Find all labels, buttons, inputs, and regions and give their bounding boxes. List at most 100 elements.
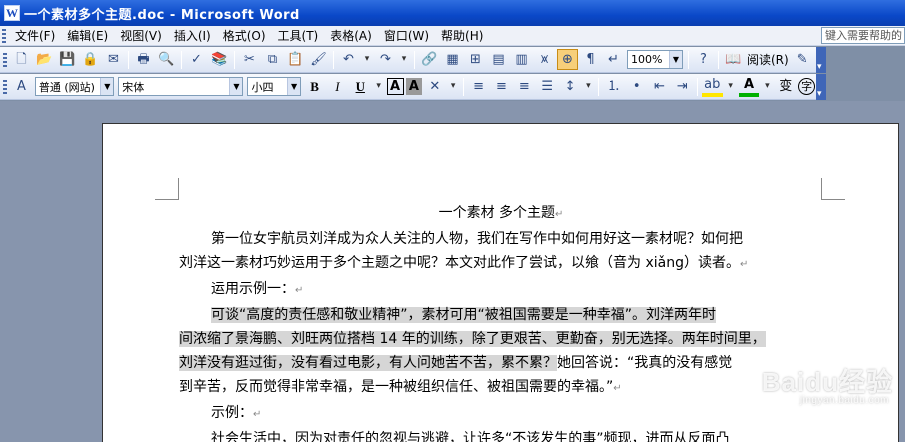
font-dropdown-icon[interactable]: ▼ [229,78,243,95]
bold-button[interactable]: B [304,76,325,97]
print-icon[interactable]: 🖶 [133,49,154,70]
cut-icon[interactable]: ✂ [239,49,260,70]
insert-table-icon[interactable]: ⊞ [465,49,486,70]
undo-icon[interactable]: ↶ [338,49,359,70]
document-body[interactable]: 一个素材 多个主题 ↵ 第一位女宇航员刘洋成为众人关注的人物，我们在写作中如何用好… [179,201,823,442]
increase-indent-icon[interactable]: ⇥ [672,76,693,97]
print-preview-icon[interactable]: 🔍 [156,49,177,70]
spelling-icon[interactable]: ✓ [186,49,207,70]
menu-help[interactable]: 帮助(H) [435,27,489,45]
zoom-select[interactable]: 100% ▼ [627,50,683,69]
menubar-grip[interactable] [2,28,6,43]
baidu-watermark: Baidu经验 jingyan.baidu.com [762,362,893,406]
example-label: 示例： [211,405,253,421]
word-app-icon[interactable]: W [4,5,20,21]
justify-icon[interactable]: ☰ [537,76,558,97]
toolbar-grip[interactable] [3,79,7,94]
font-color-icon[interactable]: A [738,76,760,97]
formatting-toolbar: A 普通 (网站) ▼ 宋体 ▼ 小四 ▼ B I U ▾ A A ✕ ▾ ≡ … [0,74,826,100]
columns-icon[interactable]: ▥ [511,49,532,70]
hyperlink-icon[interactable]: 🔗 [419,49,440,70]
help-search-input[interactable]: 键入需要帮助的 [821,27,905,44]
standard-toolbar: 🗋 📂 💾 🔒 ✉ 🖶 🔍 ✓ 📚 ✂ ⧉ 📋 🖌 ↶ ▾ ↷ ▾ 🔗 ▦ ⊞ … [0,47,826,73]
highlight-dropdown-icon[interactable]: ▾ [725,76,737,97]
menu-insert[interactable]: 插入(I) [168,27,217,45]
paragraph-line: 到辛苦，反而觉得非常幸福，是一种被组织信任、被祖国需要的幸福。”↵ [179,375,823,401]
underline-button[interactable]: U [350,76,371,97]
font-select[interactable]: 宋体 ▼ [118,77,244,96]
paragraph-line: 社会生活中，因为对责任的忽视与逃避，让许多“不该发生的事”频现，进而从反面凸 [179,427,823,442]
highlight-icon[interactable]: ab [701,76,723,97]
font-size-dropdown-icon[interactable]: ▼ [287,78,301,95]
paste-icon[interactable]: 📋 [285,49,306,70]
copy-icon[interactable]: ⧉ [262,49,283,70]
align-center-icon[interactable]: ≡ [491,76,512,97]
toolbar-grip[interactable] [3,52,7,67]
drawing-icon[interactable]: ⩙ [534,49,555,70]
margin-corner-marker [821,178,845,200]
character-shading-button[interactable]: A [405,78,423,95]
window-title: 一个素材多个主题.doc - Microsoft Word [24,7,300,23]
toolbar-separator [128,50,129,69]
menu-format[interactable]: 格式(O) [217,27,272,45]
underline-dropdown-icon[interactable]: ▾ [373,76,385,97]
align-left-icon[interactable]: ≡ [468,76,489,97]
document-map-icon[interactable]: ⊕ [557,49,578,70]
toolbar-separator [234,50,235,69]
character-scale-dropdown-icon[interactable]: ▾ [447,76,459,97]
styles-formatting-icon[interactable]: A [11,76,32,97]
paragraph-text: 社会生活中，因为对责任的忽视与逃避，让许多“不该发生的事”频现，进而从反面凸 [211,431,730,442]
new-document-icon[interactable]: 🗋 [11,49,32,70]
line-spacing-icon[interactable]: ↕ [560,76,581,97]
menu-view[interactable]: 视图(V) [114,27,168,45]
email-icon[interactable]: ✉ [103,49,124,70]
font-size-select[interactable]: 小四 ▼ [247,77,302,96]
zoom-dropdown-icon[interactable]: ▼ [669,51,682,68]
save-icon[interactable]: 💾 [57,49,78,70]
reading-layout-button[interactable]: 阅读(R) [745,51,791,68]
toolbar-options-icon[interactable] [816,74,826,100]
enclose-characters-button[interactable]: 字 [798,78,816,95]
open-folder-icon[interactable]: 📂 [34,49,55,70]
research-icon[interactable]: 📚 [209,49,230,70]
paragraph-line: 刘洋这一素材巧妙运用于多个主题之中呢？本文对此作了尝试，以飨（音为 xiǎng）… [179,251,823,277]
menu-window[interactable]: 窗口(W) [378,27,435,45]
toolbar-separator [181,50,182,69]
permission-icon[interactable]: 🔒 [80,49,101,70]
format-painter-icon[interactable]: 🖌 [308,49,329,70]
italic-button[interactable]: I [327,76,348,97]
bullets-icon[interactable]: • [626,76,647,97]
toolbar-separator [688,50,689,69]
menu-tools[interactable]: 工具(T) [272,27,325,45]
menu-file[interactable]: 文件(F) [9,27,61,45]
menu-edit[interactable]: 编辑(E) [61,27,114,45]
tables-borders-icon[interactable]: ▦ [442,49,463,70]
toolbar-options-icon[interactable] [816,47,826,73]
toolbar-separator [598,77,600,96]
menu-table[interactable]: 表格(A) [324,27,378,45]
insert-excel-icon[interactable]: ▤ [488,49,509,70]
reading-layout-icon[interactable]: 📖 [723,49,744,70]
redo-icon[interactable]: ↷ [375,49,396,70]
paragraph-text: 第一位女宇航员刘洋成为众人关注的人物，我们在写作中如何用好这一素材呢？如何把 [211,231,743,247]
numbering-icon[interactable]: ⒈ [603,76,624,97]
paragraph-line: 第一位女宇航员刘洋成为众人关注的人物，我们在写作中如何用好这一素材呢？如何把 [179,227,823,251]
help-icon[interactable]: ? [693,49,714,70]
show-hide-icon[interactable]: ¶ [580,49,601,70]
character-scale-icon[interactable]: ✕ [424,76,445,97]
character-border-button[interactable]: A [386,78,404,95]
font-color-dropdown-icon[interactable]: ▾ [761,76,773,97]
font-size-value: 小四 [251,80,274,94]
redo-dropdown-icon[interactable]: ▾ [398,49,410,70]
style-select[interactable]: 普通 (网站) ▼ [34,77,115,96]
style-dropdown-icon[interactable]: ▼ [100,78,114,95]
line-spacing-dropdown-icon[interactable]: ▾ [582,76,594,97]
paragraph-mark-icon[interactable]: ↵ [603,49,624,70]
paragraph-mark: ↵ [295,285,304,296]
undo-dropdown-icon[interactable]: ▾ [361,49,373,70]
highlight-marker-icon[interactable]: ✎ [792,49,813,70]
decrease-indent-icon[interactable]: ⇤ [649,76,670,97]
phonetic-guide-button[interactable]: 变 [775,76,796,97]
document-title-text: 一个素材 多个主题 [438,205,556,221]
align-right-icon[interactable]: ≡ [514,76,535,97]
